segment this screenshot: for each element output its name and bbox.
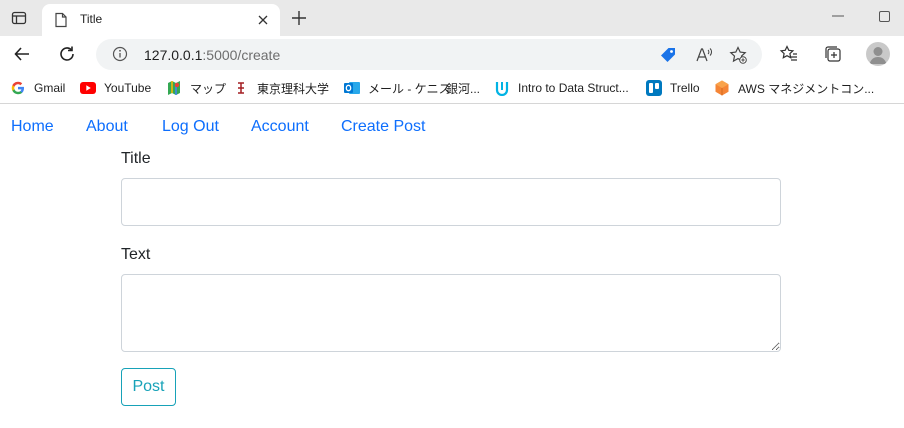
page-icon (54, 12, 68, 33)
url-host: 127.0.0.1 (144, 47, 203, 63)
address-url[interactable]: 127.0.0.1:5000/create (144, 47, 280, 63)
bookmark-label: AWS マネジメントコン... (738, 81, 875, 96)
bookmark-label: メール - ケニス (368, 81, 451, 96)
back-icon[interactable] (10, 42, 34, 66)
tab-title: Title (80, 12, 103, 26)
close-tab-icon[interactable] (254, 11, 272, 29)
minimize-icon[interactable] (830, 8, 846, 24)
aws-icon (714, 80, 730, 96)
bookmark-label: Gmail (34, 81, 66, 95)
bookmark-label: マップ (190, 81, 227, 96)
nav-logout-link[interactable]: Log Out (162, 118, 219, 136)
url-path: :5000/create (202, 47, 281, 63)
bookmark-maps[interactable]: マップ (166, 79, 226, 97)
bookmark-label: Trello (670, 81, 700, 95)
bookmarks-bar: Gmail YouTube マップ 東京理科大学 メール - ケニス 銀河...… (0, 72, 904, 104)
collections-icon[interactable] (821, 42, 845, 66)
profile-avatar[interactable] (866, 42, 890, 66)
bookmark-youtube[interactable]: YouTube (80, 79, 151, 97)
bookmark-aws[interactable]: AWS マネジメントコン... (714, 79, 874, 97)
nav-about-link[interactable]: About (86, 118, 128, 136)
udacity-icon (494, 80, 510, 96)
text-input[interactable] (121, 274, 781, 352)
bookmark-label: Intro to Data Struct... (518, 81, 629, 95)
read-aloud-icon[interactable] (694, 45, 714, 70)
browser-toolbar: 127.0.0.1:5000/create (0, 36, 904, 72)
nav-create-post-link[interactable]: Create Post (341, 118, 425, 136)
bookmark-ginga[interactable]: 銀河... (446, 79, 480, 97)
page-content: Home About Log Out Account Create Post T… (0, 105, 904, 428)
trello-icon (646, 80, 662, 96)
bookmark-gmail[interactable]: Gmail (10, 79, 65, 97)
browser-tab[interactable]: Title (42, 4, 280, 36)
favorites-icon[interactable] (777, 42, 801, 66)
google-icon (10, 80, 26, 96)
bookmark-label: YouTube (104, 81, 152, 95)
maximize-icon[interactable] (876, 8, 892, 24)
nav-account-link[interactable]: Account (251, 118, 309, 136)
bookmark-outlook[interactable]: メール - ケニス (344, 79, 451, 97)
youtube-icon (80, 80, 96, 96)
outlook-icon (344, 80, 360, 96)
new-tab-icon[interactable] (289, 8, 309, 28)
nav-home-link[interactable]: Home (11, 118, 54, 136)
title-label: Title (121, 150, 151, 167)
bookmark-university[interactable]: 東京理科大学 (233, 79, 329, 97)
reload-icon[interactable] (55, 42, 79, 66)
coupon-tag-icon[interactable] (658, 45, 678, 70)
tab-strip: Title (0, 0, 904, 36)
bookmark-udacity[interactable]: Intro to Data Struct... (494, 79, 629, 97)
title-input[interactable] (121, 178, 781, 226)
text-label: Text (121, 246, 151, 263)
site-info-icon[interactable] (112, 46, 128, 67)
bookmark-label: 東京理科大学 (257, 81, 330, 96)
bookmark-trello[interactable]: Trello (646, 79, 700, 97)
bookmark-label: 銀河... (446, 81, 481, 96)
address-bar[interactable]: 127.0.0.1:5000/create (96, 39, 762, 70)
add-favorite-icon[interactable] (728, 45, 748, 70)
university-icon (233, 80, 249, 96)
tab-actions-icon[interactable] (8, 7, 30, 29)
post-button[interactable]: Post (121, 368, 176, 406)
maps-icon (166, 80, 182, 96)
